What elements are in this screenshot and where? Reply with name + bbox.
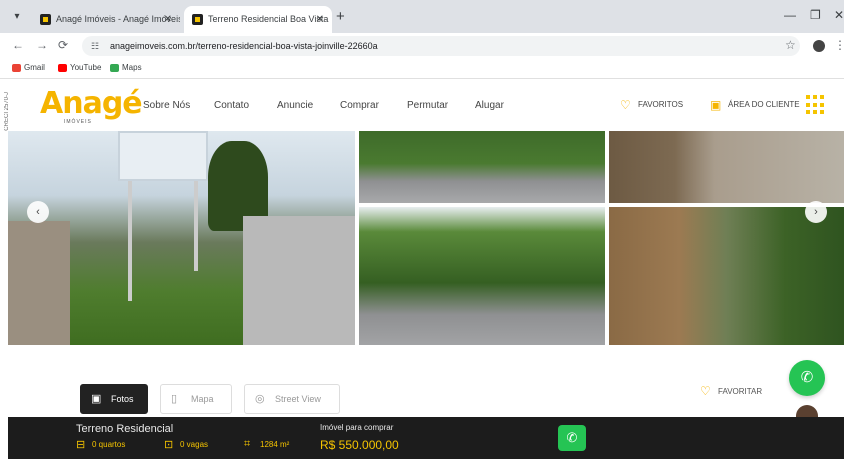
- site-info-icon[interactable]: ☷: [91, 36, 99, 56]
- new-tab-icon[interactable]: +: [336, 8, 345, 25]
- photo-gallery: [8, 131, 844, 345]
- browser-tab-1[interactable]: Anagé Imóveis - Anagé Imóveis ✕: [32, 6, 180, 33]
- close-window-icon[interactable]: ✕: [834, 8, 844, 22]
- browser-tab-2-active[interactable]: Terreno Residencial Boa Vista ✕: [184, 6, 332, 33]
- photo-pole: [194, 181, 198, 271]
- youtube-icon: [58, 64, 67, 72]
- nav-permutar[interactable]: Permutar: [407, 100, 448, 111]
- bookmark-star-icon[interactable]: ☆: [785, 38, 796, 52]
- gallery-photo-4[interactable]: [359, 207, 605, 345]
- whatsapp-float-icon[interactable]: ✆: [789, 360, 825, 396]
- camera-icon: ▣: [91, 393, 102, 405]
- reload-icon[interactable]: ⟳: [58, 38, 68, 52]
- tab-title: Terreno Residencial Boa Vista: [208, 14, 329, 24]
- bookmark-youtube[interactable]: YouTube: [58, 63, 101, 72]
- nav-alugar[interactable]: Alugar: [475, 100, 504, 111]
- listing-price: R$ 550.000,00: [320, 438, 399, 452]
- nav-sobre-nos[interactable]: Sobre Nós: [143, 100, 190, 111]
- close-tab-icon[interactable]: ✕: [164, 6, 172, 33]
- gallery-prev-icon[interactable]: ‹: [27, 201, 49, 223]
- tab-street-view[interactable]: ◎ Street View: [244, 384, 340, 414]
- bookmark-label: Gmail: [24, 63, 45, 72]
- tab-fotos[interactable]: ▣ Fotos: [80, 384, 148, 414]
- favoritar-label: FAVORITAR: [718, 387, 763, 396]
- main-photo[interactable]: [8, 131, 355, 345]
- maximize-icon[interactable]: ❐: [810, 8, 821, 22]
- car-icon: ⊡: [164, 439, 174, 451]
- parking-spec: ⊡ 0 vagas: [164, 439, 209, 451]
- nav-contato[interactable]: Contato: [214, 100, 249, 111]
- tab-label: Fotos: [111, 394, 134, 404]
- deal-label: Imóvel para comprar: [320, 423, 394, 432]
- parking-value: 0 vagas: [180, 440, 209, 449]
- whatsapp-button-icon[interactable]: ✆: [558, 425, 586, 451]
- url-text: anageimoveis.com.br/terreno-residencial-…: [110, 41, 378, 51]
- tab-mapa[interactable]: ▯ Mapa: [160, 384, 232, 414]
- area-spec: ⌗ 1284 m²: [244, 438, 290, 450]
- back-icon[interactable]: ←: [12, 38, 24, 52]
- area-value: 1284 m²: [260, 440, 290, 449]
- profile-avatar[interactable]: [813, 40, 825, 52]
- forward-icon[interactable]: →: [36, 38, 48, 52]
- logo-subtitle: IMÓVEIS: [64, 119, 92, 125]
- map-icon: ▯: [171, 393, 178, 405]
- tab-label: Street View: [275, 394, 321, 404]
- photo-pole: [128, 181, 132, 301]
- anage-favicon-icon: [192, 14, 203, 25]
- client-area-icon: ▣: [710, 98, 722, 112]
- tab-title: Anagé Imóveis - Anagé Imóveis: [56, 14, 180, 24]
- bookmark-maps[interactable]: Maps: [110, 63, 142, 72]
- bed-icon: ⊟: [76, 439, 86, 451]
- minimize-icon[interactable]: —: [784, 8, 796, 22]
- gmail-icon: [12, 64, 21, 72]
- street-view-icon: ◎: [255, 393, 265, 405]
- anage-favicon-icon: [40, 14, 51, 25]
- bedrooms-spec: ⊟ 0 quartos: [76, 439, 126, 451]
- photo-road: [243, 216, 355, 345]
- client-area-label: ÁREA DO CLIENTE: [728, 100, 800, 109]
- heart-icon: ♡: [700, 384, 711, 398]
- anage-logo[interactable]: Anagé: [40, 86, 143, 121]
- favoritar-button[interactable]: ♡ FAVORITAR: [700, 384, 763, 398]
- creci-label: CRECI 2570-J: [4, 92, 10, 131]
- area-icon: ⌗: [244, 438, 251, 450]
- bookmark-gmail[interactable]: Gmail: [12, 63, 45, 72]
- url-field[interactable]: ☷ anageimoveis.com.br/terreno-residencia…: [82, 36, 800, 56]
- tab-search-icon[interactable]: ▾: [10, 10, 24, 24]
- listing-title: Terreno Residencial: [76, 423, 174, 435]
- address-bar-row: ← → ⟳ ☷ anageimoveis.com.br/terreno-resi…: [0, 33, 844, 59]
- gallery-next-icon[interactable]: ›: [805, 201, 827, 223]
- gallery-photo-3[interactable]: [609, 131, 844, 203]
- close-tab-icon[interactable]: ✕: [316, 6, 324, 33]
- photo-sidewalk: [8, 221, 70, 345]
- gallery-photo-5[interactable]: [609, 207, 844, 345]
- apps-grid-icon[interactable]: [806, 95, 826, 115]
- tab-label: Mapa: [191, 394, 214, 404]
- favorites-label: FAVORITOS: [638, 100, 684, 109]
- bookmark-label: Maps: [122, 63, 142, 72]
- maps-icon: [110, 64, 119, 72]
- heart-icon: ♡: [620, 98, 631, 112]
- favorites-button[interactable]: ♡ FAVORITOS: [620, 98, 684, 112]
- listing-bar: Terreno Residencial ⊟ 0 quartos ⊡ 0 vaga…: [8, 417, 844, 459]
- bookmark-label: YouTube: [70, 63, 102, 72]
- browser-tab-strip: ▾ Anagé Imóveis - Anagé Imóveis ✕ Terren…: [0, 0, 844, 33]
- nav-anuncie[interactable]: Anuncie: [277, 100, 313, 111]
- bookmarks-bar: Gmail YouTube Maps: [0, 59, 844, 79]
- photo-sign: [118, 131, 208, 181]
- nav-comprar[interactable]: Comprar: [340, 100, 379, 111]
- menu-kebab-icon[interactable]: ⋮: [834, 38, 844, 52]
- gallery-photo-2[interactable]: [359, 131, 605, 203]
- client-area-button[interactable]: ▣ ÁREA DO CLIENTE: [710, 98, 800, 112]
- bedrooms-value: 0 quartos: [92, 440, 126, 449]
